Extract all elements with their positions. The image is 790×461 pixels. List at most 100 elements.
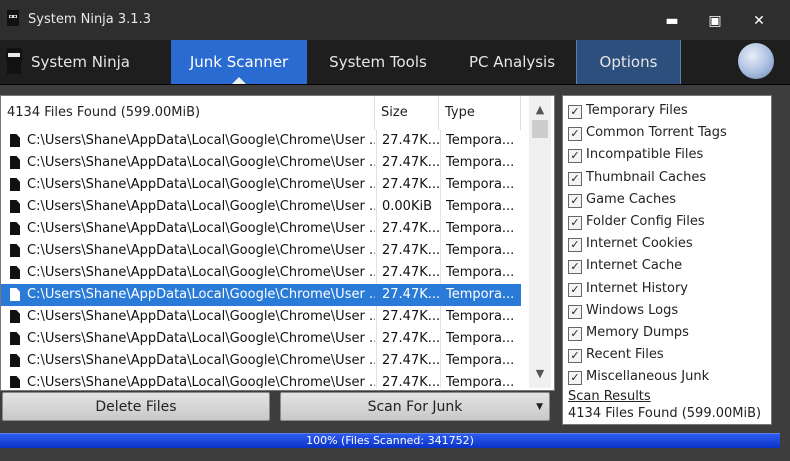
checkbox[interactable]: ✓	[568, 127, 582, 142]
option-label: Internet Cache	[586, 258, 683, 274]
table-row[interactable]: C:\Users\Shane\AppData\Local\Google\Chro…	[1, 262, 521, 284]
file-path: C:\Users\Shane\AppData\Local\Google\Chro…	[27, 177, 375, 192]
tab-label: Junk Scanner	[189, 53, 289, 71]
table-row[interactable]: C:\Users\Shane\AppData\Local\Google\Chro…	[1, 284, 521, 306]
checkbox[interactable]: ✓	[568, 238, 582, 253]
tab-system-ninja[interactable]: System Ninja	[0, 40, 168, 84]
dropdown-caret-icon[interactable]: ▼	[536, 393, 543, 422]
file-size: 0.00KiB	[382, 199, 433, 214]
checkbox[interactable]: ✓	[568, 349, 582, 364]
table-row[interactable]: C:\Users\Shane\AppData\Local\Google\Chro…	[1, 240, 521, 262]
scan-results-title[interactable]: Scan Results	[568, 389, 651, 404]
tab-pc-analysis[interactable]: PC Analysis	[446, 40, 578, 84]
file-path: C:\Users\Shane\AppData\Local\Google\Chro…	[27, 331, 375, 346]
column-header-type[interactable]: Type	[439, 96, 521, 130]
ninja-icon	[6, 48, 22, 74]
tab-junk-scanner[interactable]: Junk Scanner	[171, 40, 307, 84]
checkbox[interactable]: ✓	[568, 282, 582, 297]
file-icon	[10, 134, 20, 147]
checkbox[interactable]: ✓	[568, 327, 582, 341]
file-path: C:\Users\Shane\AppData\Local\Google\Chro…	[27, 243, 375, 258]
file-size: 27.47K...	[382, 331, 440, 346]
column-header-size[interactable]: Size	[375, 96, 439, 130]
file-size: 27.47K...	[382, 243, 440, 258]
table-row[interactable]: C:\Users\Shane\AppData\Local\Google\Chro…	[1, 306, 521, 328]
file-icon	[10, 156, 20, 169]
file-icon	[10, 310, 20, 323]
ninja-logo-icon	[7, 10, 19, 26]
file-path: C:\Users\Shane\AppData\Local\Google\Chro…	[27, 221, 375, 236]
scroll-down-icon[interactable]: ▼	[529, 364, 551, 384]
checkbox[interactable]: ✓	[568, 371, 582, 386]
option-label: Memory Dumps	[586, 325, 689, 340]
file-type: Tempora...	[446, 221, 515, 236]
file-type: Tempora...	[446, 331, 515, 346]
scan-progress-bar: 100% (Files Scanned: 341752)	[0, 433, 780, 448]
checkbox[interactable]: ✓	[568, 105, 582, 119]
file-size: 27.47K...	[382, 155, 440, 170]
option-label: Recent Files	[586, 347, 664, 363]
scan-results-text: 4134 Files Found (599.00MiB)	[568, 406, 762, 421]
table-row[interactable]: C:\Users\Shane\AppData\Local\Google\Chro…	[1, 174, 521, 196]
column-header-files[interactable]: 4134 Files Found (599.00MiB)	[1, 96, 375, 130]
option-label: Windows Logs	[586, 302, 679, 318]
file-size: 27.47K...	[382, 177, 440, 192]
file-type: Tempora...	[446, 309, 515, 324]
tab-system-tools[interactable]: System Tools	[310, 40, 446, 84]
file-icon	[10, 354, 20, 367]
file-type: Tempora...	[446, 133, 515, 148]
table-row[interactable]: C:\Users\Shane\AppData\Local\Google\Chro…	[1, 328, 521, 350]
scroll-thumb[interactable]	[532, 120, 548, 138]
table-row[interactable]: C:\Users\Shane\AppData\Local\Google\Chro…	[1, 350, 521, 372]
checkbox[interactable]: ✓	[568, 171, 582, 186]
table-row[interactable]: C:\Users\Shane\AppData\Local\Google\Chro…	[1, 130, 521, 152]
file-icon	[10, 200, 20, 213]
file-icon	[10, 376, 20, 388]
file-type: Tempora...	[446, 155, 515, 170]
file-path: C:\Users\Shane\AppData\Local\Google\Chro…	[27, 265, 375, 280]
tab-label: System Tools	[329, 53, 427, 71]
option-label: Temporary Files	[586, 103, 688, 118]
table-row[interactable]: C:\Users\Shane\AppData\Local\Google\Chro…	[1, 372, 521, 388]
option-label: Thumbnail Caches	[586, 169, 707, 185]
checkbox[interactable]: ✓	[568, 260, 582, 275]
checkbox[interactable]: ✓	[568, 193, 582, 208]
title-bar: System Ninja 3.1.3 ▬ ▣ ✕	[0, 0, 790, 40]
file-size: 27.47K...	[382, 287, 440, 302]
file-path: C:\Users\Shane\AppData\Local\Google\Chro…	[27, 375, 375, 388]
file-size: 27.47K...	[382, 375, 440, 388]
file-size: 27.47K...	[382, 133, 440, 148]
close-button[interactable]: ✕	[744, 10, 774, 32]
checkbox[interactable]: ✓	[568, 149, 582, 164]
checkbox[interactable]: ✓	[568, 216, 582, 230]
file-type: Tempora...	[446, 287, 515, 302]
scan-for-junk-button[interactable]: Scan For Junk ▼	[280, 392, 550, 421]
file-type: Tempora...	[446, 265, 515, 280]
progress-text: 100% (Files Scanned: 341752)	[306, 434, 474, 447]
file-icon	[10, 178, 20, 191]
file-size: 27.47K...	[382, 265, 440, 280]
table-row[interactable]: C:\Users\Shane\AppData\Local\Google\Chro…	[1, 218, 521, 240]
file-path: C:\Users\Shane\AppData\Local\Google\Chro…	[27, 155, 375, 170]
flask-icon[interactable]	[738, 43, 774, 79]
list-scrollbar[interactable]: ▲ ▼	[529, 96, 551, 388]
file-list: 4134 Files Found (599.00MiB) Size Type C…	[0, 95, 555, 391]
table-row[interactable]: C:\Users\Shane\AppData\Local\Google\Chro…	[1, 152, 521, 174]
tab-options[interactable]: Options	[576, 40, 681, 84]
maximize-button[interactable]: ▣	[700, 10, 730, 32]
main-nav: System Ninja Junk Scanner System Tools P…	[0, 40, 790, 85]
delete-files-button[interactable]: Delete Files	[2, 392, 270, 421]
scroll-up-icon[interactable]: ▲	[529, 100, 551, 120]
table-row[interactable]: C:\Users\Shane\AppData\Local\Google\Chro…	[1, 196, 521, 218]
minimize-button[interactable]: ▬	[657, 10, 687, 32]
file-type: Tempora...	[446, 375, 515, 388]
file-path: C:\Users\Shane\AppData\Local\Google\Chro…	[27, 309, 375, 324]
file-size: 27.47K...	[382, 353, 440, 368]
option-label: Incompatible Files	[586, 147, 704, 163]
option-label: Game Caches	[586, 191, 677, 207]
checkbox[interactable]: ✓	[568, 304, 582, 319]
file-size: 27.47K...	[382, 309, 440, 324]
option-label: Folder Config Files	[586, 214, 705, 229]
app-window: System Ninja 3.1.3 ▬ ▣ ✕ System Ninja Ju…	[0, 0, 790, 461]
file-size: 27.47K...	[382, 221, 440, 236]
